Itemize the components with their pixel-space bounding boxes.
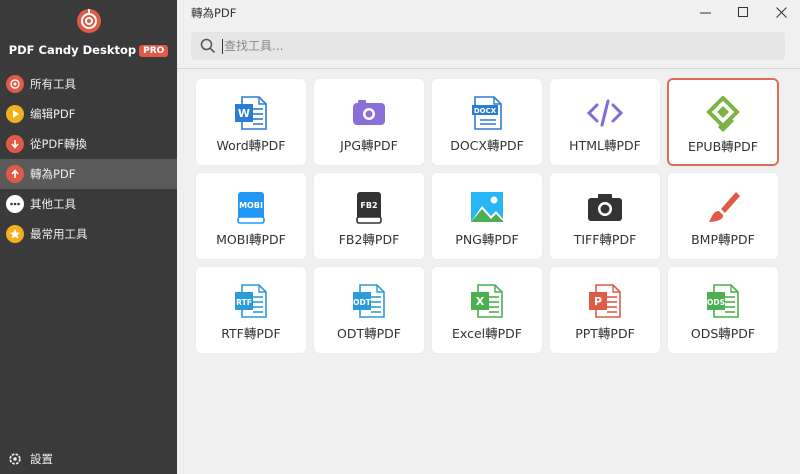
arrow-down-icon [6,135,24,153]
tool-card-ppt[interactable]: P PPT轉PDF [549,266,661,354]
tool-grid: W Word轉PDF JPG轉PDF DOCX DOCX轉PDF HTML轉PDF EPU… [195,78,779,354]
svg-text:ODS: ODS [707,298,725,307]
tool-card-png[interactable]: PNG轉PDF [431,172,543,260]
gear-icon [6,450,24,468]
docx-icon: DOCX [467,95,507,131]
html-icon [585,95,625,131]
window-title: 轉為PDF [191,6,237,20]
tool-label: JPG轉PDF [340,138,398,153]
tool-label: MOBI轉PDF [216,232,286,247]
minimize-button[interactable] [686,0,724,24]
sidebar: PDF Candy Desktop PRO 所有工具编辑PDF 從PDF轉換 轉為PD… [0,0,177,474]
jpg-icon [349,95,389,131]
close-icon [775,6,787,18]
play-icon [6,105,24,123]
tool-card-odt[interactable]: ODT ODT轉PDF [313,266,425,354]
tool-label: BMP轉PDF [691,232,755,247]
tool-card-jpg[interactable]: JPG轉PDF [313,78,425,166]
main-panel: 轉為PDF W Word轉PDF JPG轉PDF DOCX DOCX轉PDF HTML轉… [177,0,800,474]
excel-icon: X [467,283,507,319]
tool-card-mobi[interactable]: MOBI MOBI轉PDF [195,172,307,260]
tool-label: Word轉PDF [216,138,286,153]
tool-card-html[interactable]: HTML轉PDF [549,78,661,166]
svg-text:MOBI: MOBI [239,201,263,210]
tool-card-bmp[interactable]: BMP轉PDF [667,172,779,260]
tool-label: FB2轉PDF [338,232,400,247]
sidebar-nav: 所有工具编辑PDF 從PDF轉換 轉為PDF 其他工具最常用工具 [0,69,177,249]
tool-card-word[interactable]: W Word轉PDF [195,78,307,166]
svg-text:RTF: RTF [236,298,252,307]
maximize-button[interactable] [724,0,762,24]
tool-card-tiff[interactable]: TIFF轉PDF [549,172,661,260]
tiff-icon [585,189,625,225]
fb2-icon: FB2 [349,189,389,225]
maximize-icon [737,6,748,17]
search-icon [200,38,216,54]
sidebar-item-3[interactable]: 轉為PDF [0,159,177,189]
ods-icon: ODS [703,283,743,319]
app-name: PDF Candy Desktop [8,43,137,57]
tool-label: ODS轉PDF [690,326,756,341]
tool-label: Excel轉PDF [452,326,522,341]
png-icon [467,189,507,225]
odt-icon: ODT [349,283,389,319]
tool-label: DOCX轉PDF [450,138,524,153]
svg-text:FB2: FB2 [360,201,377,210]
ppt-icon: P [585,283,625,319]
tool-card-epub[interactable]: EPUB轉PDF [667,78,779,166]
tool-card-docx[interactable]: DOCX DOCX轉PDF [431,78,543,166]
tool-label: TIFF轉PDF [573,232,637,247]
word-icon: W [231,95,271,131]
svg-text:DOCX: DOCX [474,107,497,115]
star-icon [6,225,24,243]
close-button[interactable] [762,0,800,24]
search-bar [191,32,785,60]
mobi-icon: MOBI [231,189,271,225]
more-icon [6,195,24,213]
window-controls [686,0,800,24]
settings-button[interactable]: 設置 [6,450,53,468]
pro-badge: PRO [139,45,169,57]
sidebar-item-label: 其他工具 [30,197,76,211]
tool-card-fb2[interactable]: FB2 FB2轉PDF [313,172,425,260]
bmp-icon [703,189,743,225]
tool-label: ODT轉PDF [337,326,401,341]
tool-card-ods[interactable]: ODS ODS轉PDF [667,266,779,354]
app-title: PDF Candy Desktop PRO [0,43,177,57]
minimize-icon [699,12,711,13]
svg-text:X: X [476,295,485,308]
divider [177,68,800,69]
search-input[interactable] [222,38,762,54]
sidebar-item-2[interactable]: 從PDF轉換 [0,129,177,159]
tool-label: RTF轉PDF [221,326,281,341]
sidebar-item-label: 從PDF轉換 [30,137,87,151]
tool-card-excel[interactable]: X Excel轉PDF [431,266,543,354]
svg-text:ODT: ODT [353,298,372,307]
sidebar-item-label: 最常用工具 [30,227,88,241]
svg-text:P: P [594,295,602,308]
tool-label: HTML轉PDF [569,138,641,153]
svg-text:W: W [238,107,250,120]
sidebar-item-4[interactable]: 其他工具 [0,189,177,219]
sidebar-item-label: 编辑PDF [30,107,76,121]
tool-card-rtf[interactable]: RTF RTF轉PDF [195,266,307,354]
sidebar-item-0[interactable]: 所有工具 [0,69,177,99]
arrow-up-icon [6,165,24,183]
sidebar-item-label: 所有工具 [30,77,76,91]
sidebar-item-1[interactable]: 编辑PDF [0,99,177,129]
rtf-icon: RTF [231,283,271,319]
tool-label: EPUB轉PDF [687,139,758,154]
epub-icon [703,96,743,132]
sidebar-item-5[interactable]: 最常用工具 [0,219,177,249]
tool-label: PPT轉PDF [575,326,635,341]
sidebar-item-label: 轉為PDF [30,167,76,181]
target-icon [6,75,24,93]
tool-label: PNG轉PDF [455,232,519,247]
pdf-candy-logo-icon [77,9,101,33]
settings-label: 設置 [30,452,53,466]
